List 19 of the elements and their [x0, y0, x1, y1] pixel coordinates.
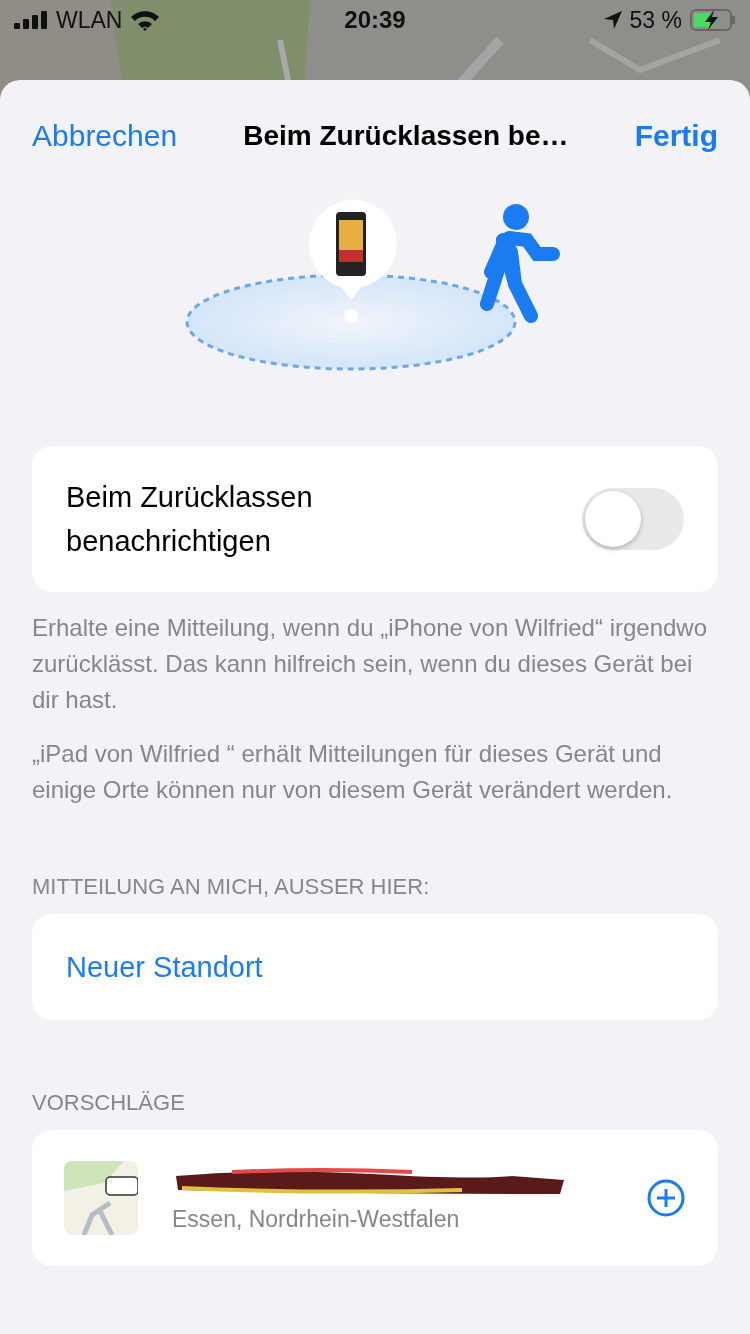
nav-title: Beim Zurücklassen be…: [243, 120, 569, 152]
signal-icon: [14, 11, 48, 29]
wifi-icon: [130, 9, 161, 31]
toggle-label: Beim Zurücklassen benachrichtigen: [66, 480, 314, 559]
done-button[interactable]: Fertig: [634, 119, 718, 153]
add-button[interactable]: [646, 1178, 686, 1218]
cancel-button[interactable]: Abbrechen: [32, 119, 178, 153]
new-location-link[interactable]: Neuer Standort: [66, 950, 263, 984]
location-arrow-icon: [603, 11, 622, 29]
notify-switch[interactable]: [582, 488, 684, 550]
section-header: MITTEILUNG AN MICH, AUSSER HIER:: [32, 874, 431, 901]
status-time: 20:39: [344, 6, 406, 34]
suggestion-subtitle: Essen, Nordrhein-Westfalen: [172, 1205, 461, 1233]
battery-charging-icon: [690, 9, 736, 31]
footnote-text: „iPad von Wilfried “ erhält Mitteilungen für dieses Gerät und einige Orte können nur von diesem Gerät verändert werden.: [32, 739, 674, 805]
carrier-label: WLAN: [56, 6, 123, 34]
footnote-text: Erhalte eine Mitteilung, wenn du „iPhone von Wilfried“ irgendwo zurücklässt. Das kann hilfreich sein, wenn du dieses Gerät bei dir hast.: [32, 613, 709, 715]
battery-percentage: 53 %: [629, 6, 682, 34]
section-header: VORSCHLÄGE: [32, 1090, 186, 1117]
